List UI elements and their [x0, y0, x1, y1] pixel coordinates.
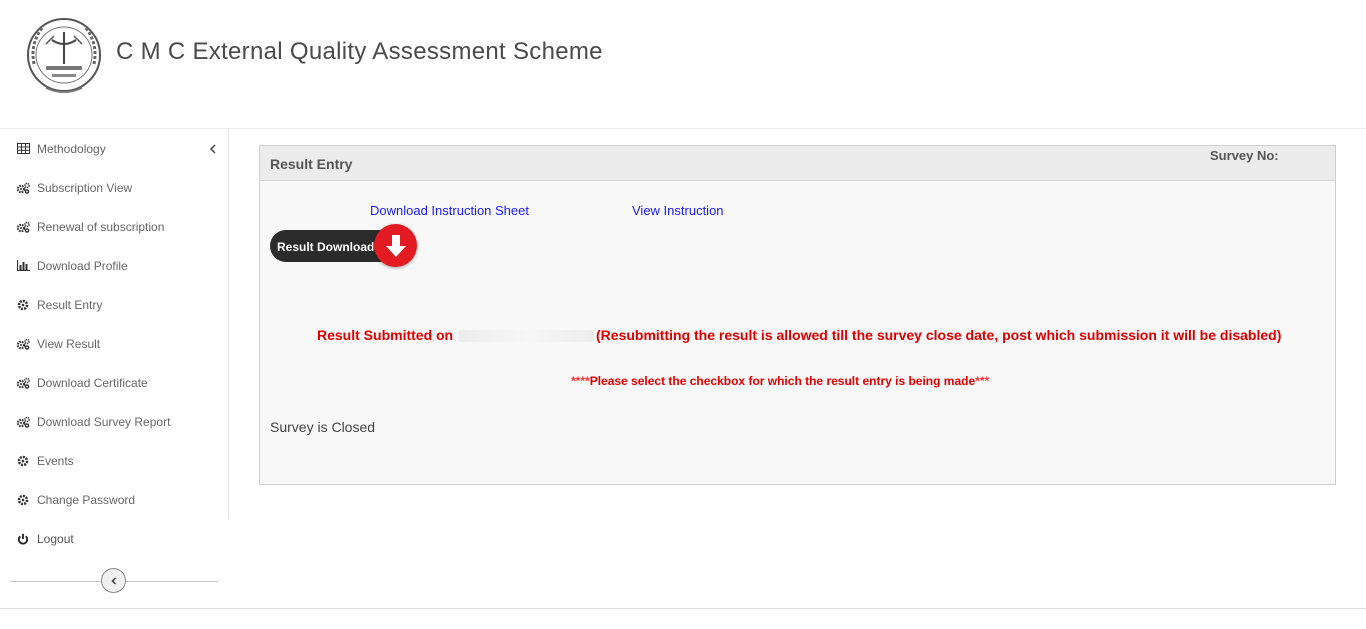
result-entry-panel: Result Entry Survey No: Download Instruc…: [259, 145, 1336, 485]
table-icon: [16, 142, 30, 156]
result-download-label: Result Download: [277, 240, 375, 254]
gears-icon: [16, 181, 30, 195]
college-seal-logo: [24, 14, 104, 96]
sidebar-item-label: Events: [37, 453, 74, 468]
sidebar-item-label: Renewal of subscription: [37, 219, 165, 234]
sidebar-item-label: Change Password: [37, 492, 136, 507]
sidebar-item-download-profile[interactable]: Download Profile: [0, 246, 229, 285]
sidebar-item-label: Download Profile: [37, 258, 128, 273]
app-header: C M C External Quality Assessment Scheme: [0, 0, 1366, 129]
chevron-left-icon[interactable]: [207, 142, 219, 154]
gears-icon: [16, 220, 30, 234]
sidebar-item-label: View Result: [37, 336, 101, 351]
sidebar-item-subscription-view[interactable]: Subscription View: [0, 168, 229, 207]
gears-icon: [16, 337, 30, 351]
sidebar: Methodology Subscription View Renewal of…: [0, 129, 229, 519]
note-text: Please select the checkbox for which the…: [589, 374, 976, 388]
download-instruction-sheet-link[interactable]: Download Instruction Sheet: [370, 203, 529, 218]
sidebar-item-label: Subscription View: [37, 180, 133, 195]
view-instruction-link[interactable]: View Instruction: [632, 203, 724, 218]
sidebar-item-label: Download Certificate: [37, 375, 148, 390]
gear-icon: [16, 454, 30, 468]
sidebar-item-download-certificate[interactable]: Download Certificate: [0, 363, 229, 402]
submitted-prefix: Result Submitted on: [317, 327, 454, 343]
chevron-left-icon: [110, 576, 118, 586]
gear-icon: [16, 298, 30, 312]
sidebar-item-download-survey-report[interactable]: Download Survey Report: [0, 402, 229, 441]
sidebar-item-label: Logout: [37, 531, 74, 546]
redacted-date: [459, 330, 595, 343]
sidebar-item-renewal[interactable]: Renewal of subscription: [0, 207, 229, 246]
sidebar-item-label: Result Entry: [37, 297, 103, 312]
sidebar-toggle-button[interactable]: [101, 568, 126, 593]
gears-icon: [16, 376, 30, 390]
sidebar-item-view-result[interactable]: View Result: [0, 324, 229, 363]
submission-message: Result Submitted on (Resubmitting the re…: [317, 327, 1281, 343]
checkbox-note: ****Please select the checkbox for which…: [571, 374, 989, 388]
gears-icon: [16, 415, 30, 429]
sidebar-item-label: Download Survey Report: [37, 414, 171, 429]
sidebar-item-methodology[interactable]: Methodology: [0, 129, 229, 168]
note-stars-left: ****: [571, 374, 590, 388]
gear-icon: [16, 493, 30, 507]
result-download-button[interactable]: Result Download: [270, 224, 418, 267]
sidebar-item-label: Methodology: [37, 141, 106, 156]
submitted-suffix: (Resubmitting the result is allowed till…: [596, 327, 1282, 343]
sidebar-item-change-password[interactable]: Change Password: [0, 480, 229, 519]
note-stars-right: ***: [975, 374, 990, 388]
sidebar-item-logout[interactable]: Logout: [0, 519, 229, 558]
panel-title: Result Entry: [270, 156, 353, 172]
sidebar-item-result-entry[interactable]: Result Entry: [0, 285, 229, 324]
bar-chart-icon: [16, 259, 30, 273]
survey-no-label: Survey No:: [1210, 148, 1279, 163]
sidebar-item-events[interactable]: Events: [0, 441, 229, 480]
app-title: C M C External Quality Assessment Scheme: [116, 38, 603, 65]
survey-status-text: Survey is Closed: [270, 419, 376, 435]
footer-divider: [0, 608, 1366, 609]
power-icon: [16, 532, 30, 546]
download-arrow-icon: [374, 224, 417, 267]
panel-header: Result Entry Survey No:: [260, 146, 1335, 181]
